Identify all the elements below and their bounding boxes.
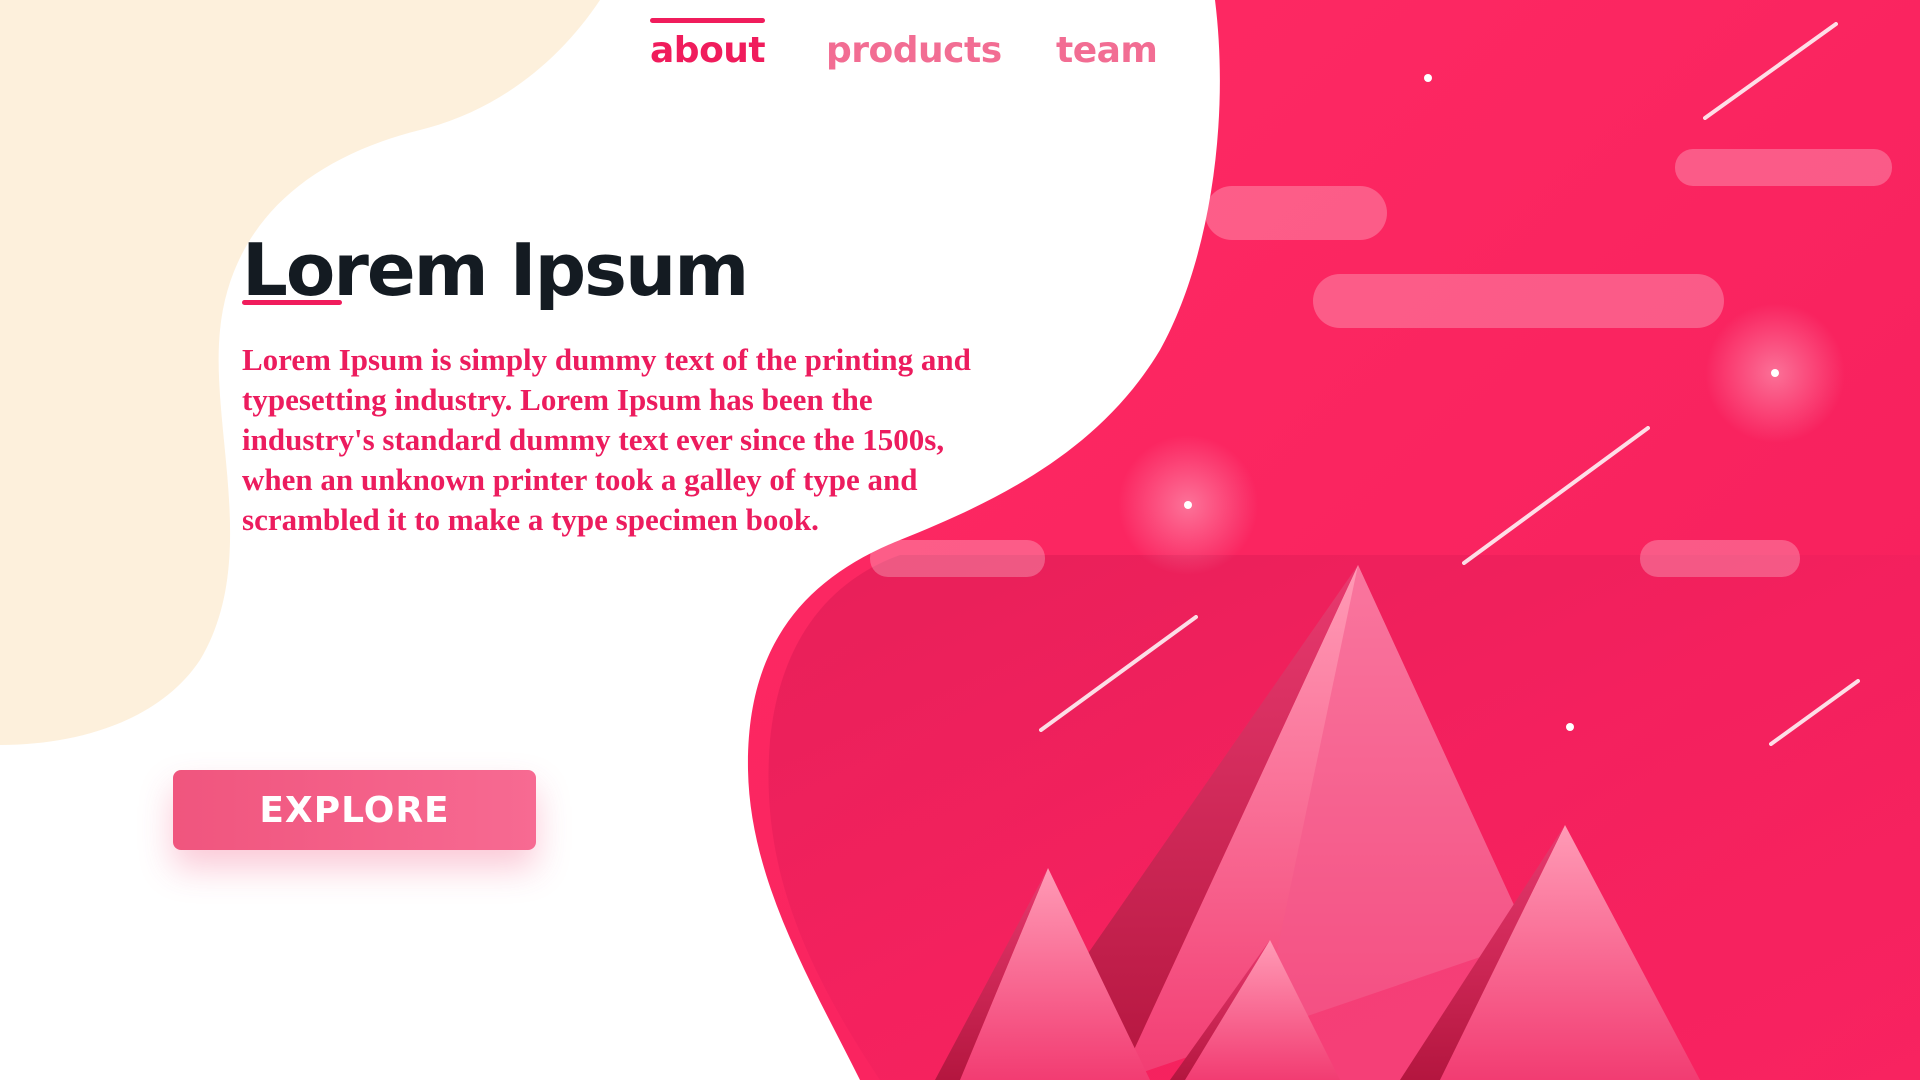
cloud-pill: [1205, 186, 1387, 240]
cloud-pill: [1640, 540, 1800, 577]
star: [1184, 501, 1192, 509]
cloud-pill: [1675, 149, 1892, 186]
star: [1566, 723, 1574, 731]
hero-illustration: [0, 0, 1920, 1080]
explore-button[interactable]: EXPLORE: [173, 770, 536, 850]
title-underline: [242, 300, 342, 305]
nav-team[interactable]: team: [1056, 30, 1158, 71]
cloud-pill: [1313, 274, 1724, 328]
top-nav: about products team: [0, 0, 1920, 100]
star: [1771, 369, 1779, 377]
hero-description: Lorem Ipsum is simply dummy text of the …: [242, 342, 971, 537]
cloud-pill: [870, 540, 1045, 577]
nav-products[interactable]: products: [826, 30, 1002, 71]
nav-about[interactable]: about: [650, 18, 766, 71]
